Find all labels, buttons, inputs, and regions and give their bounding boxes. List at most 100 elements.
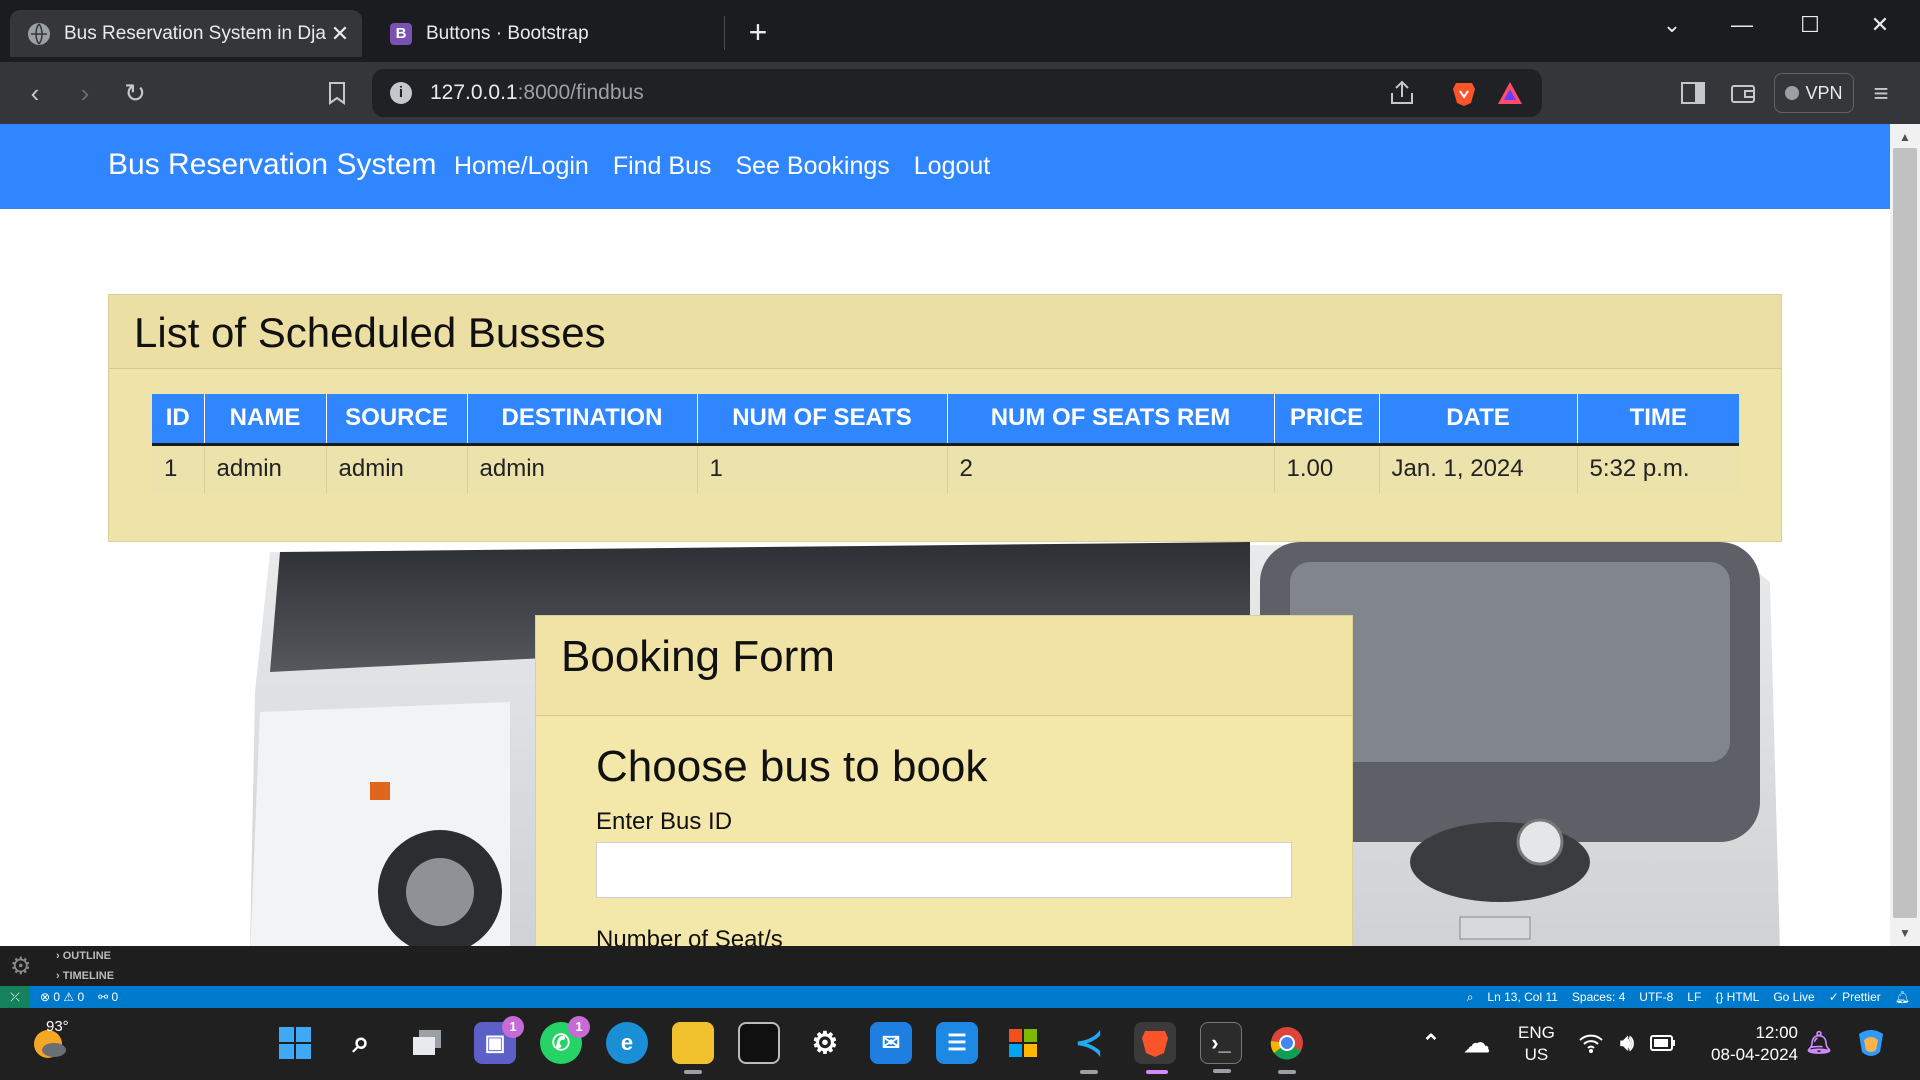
system-clock[interactable]: 12:00 08-04-2024 (1700, 1022, 1798, 1066)
notifications-bell-icon[interactable]: 🔔︎ (1895, 990, 1910, 1004)
vpn-status-icon (1785, 86, 1800, 100)
onedrive-cloud-icon[interactable]: ☁ (1456, 1022, 1498, 1064)
site-brand[interactable]: Bus Reservation System (108, 148, 436, 182)
nav-see-bookings[interactable]: See Bookings (735, 152, 889, 181)
tab-search-chevron-icon[interactable]: ⌄ (1652, 12, 1692, 38)
chevron-up-icon[interactable]: ⌃ (1410, 1022, 1452, 1064)
browser-toolbar: ‹ › ↻ i 127.0.0.1:8000/findbus VPN ≡ (0, 62, 1920, 124)
page-viewport: Bus Reservation System Home/Login Find B… (0, 124, 1890, 946)
chrome-icon[interactable] (1266, 1022, 1308, 1074)
wallet-icon[interactable] (1724, 74, 1762, 112)
indent-setting[interactable]: Spaces: 4 (1572, 990, 1625, 1004)
booking-form-body: Choose bus to book Enter Bus ID Number o… (536, 716, 1352, 946)
minimize-button[interactable]: — (1722, 12, 1762, 38)
col-num-seats: NUM OF SEATS (697, 394, 948, 446)
col-num-seats-rem: NUM OF SEATS REM (947, 394, 1275, 446)
scheduled-busses-card: List of Scheduled Busses ID NAME SOURCE … (108, 294, 1782, 542)
windows-taskbar: 93° ⌕ ▣ 1 ✆ 1 e ⚙ ✉ ☰ ≺ ›_ ⌃ ☁ ENG US 🔊︎ 12… (0, 1008, 1920, 1080)
vpn-button[interactable]: VPN (1774, 73, 1854, 113)
reload-icon[interactable]: ↻ (116, 74, 154, 112)
bus-id-label: Enter Bus ID (596, 808, 733, 835)
sidebar-icon[interactable] (1674, 74, 1712, 112)
nav-links: Home/Login Find Bus See Bookings Logout (454, 152, 990, 181)
menu-hamburger-icon[interactable]: ≡ (1862, 74, 1900, 112)
col-source: SOURCE (326, 394, 468, 446)
outline-section[interactable]: › OUTLINE (56, 950, 111, 962)
powershell-icon[interactable]: ›_ (1200, 1022, 1242, 1073)
back-arrow-icon[interactable]: ‹ (16, 74, 54, 112)
gear-icon[interactable]: ⚙ (10, 952, 32, 981)
bookmark-icon[interactable] (318, 74, 356, 112)
zoom-icon[interactable]: ⌕ (1467, 990, 1474, 1005)
timeline-section[interactable]: › TIMELINE (56, 970, 114, 982)
language-mode[interactable]: {} HTML (1715, 990, 1759, 1004)
go-live-button[interactable]: Go Live (1773, 990, 1814, 1004)
cell-source: admin (326, 444, 468, 493)
col-id: ID (152, 394, 205, 446)
tab-divider (724, 16, 725, 50)
notification-bell-icon[interactable]: 🔔︎ (1798, 1022, 1840, 1064)
bootstrap-icon: B (390, 22, 412, 45)
bus-id-input[interactable] (596, 842, 1292, 898)
language-indicator[interactable]: ENG US (1518, 1022, 1555, 1066)
booking-form-title: Booking Form (536, 616, 1352, 716)
tab-bootstrap-buttons[interactable]: B Buttons · Bootstrap (372, 10, 716, 57)
terminal-icon[interactable] (738, 1022, 780, 1064)
scroll-down-arrow-icon[interactable]: ▼ (1890, 922, 1920, 944)
task-view-icon[interactable] (406, 1022, 448, 1064)
nav-home-login[interactable]: Home/Login (454, 152, 589, 181)
file-explorer-icon[interactable] (672, 1022, 714, 1074)
close-window-button[interactable]: ✕ (1860, 12, 1900, 38)
cell-destination: admin (467, 444, 698, 493)
url-text[interactable]: 127.0.0.1:8000/findbus (430, 81, 1542, 105)
problems-count[interactable]: ⊗ 0 ⚠ 0 (40, 990, 84, 1004)
nav-logout[interactable]: Logout (914, 152, 990, 181)
whatsapp-badge: 1 (568, 1016, 590, 1038)
copilot-icon[interactable] (1850, 1022, 1892, 1064)
tab-bus-reservation[interactable]: Bus Reservation System in Djang ✕ (10, 10, 362, 57)
battery-icon[interactable] (1642, 1022, 1684, 1064)
search-icon[interactable]: ⌕ (340, 1022, 382, 1064)
cell-id: 1 (152, 444, 205, 493)
ports-count[interactable]: ⚯ 0 (98, 990, 118, 1004)
vscode-panel: ⚙ › OUTLINE › TIMELINE (0, 946, 1920, 986)
col-destination: DESTINATION (467, 394, 698, 446)
new-tab-button[interactable]: + (740, 14, 776, 50)
cell-name: admin (204, 444, 327, 493)
vscode-icon[interactable]: ≺ (1068, 1022, 1110, 1074)
line-ending[interactable]: LF (1687, 990, 1701, 1004)
scroll-up-arrow-icon[interactable]: ▲ (1890, 126, 1920, 148)
cell-date: Jan. 1, 2024 (1379, 444, 1578, 493)
windows-start-icon[interactable] (274, 1022, 316, 1064)
browser-tab-bar: Bus Reservation System in Djang ✕ B Butt… (0, 0, 1920, 62)
cell-num-seats: 1 (697, 444, 948, 493)
table-row: 1 admin admin admin 1 2 1.00 Jan. 1, 202… (152, 444, 1739, 493)
brave-shields-icon[interactable] (1450, 79, 1478, 107)
maximize-button[interactable]: ☐ (1790, 12, 1830, 38)
close-tab-icon[interactable]: ✕ (326, 21, 354, 47)
notepad-icon[interactable]: ☰ (936, 1022, 978, 1064)
booking-form-card: Booking Form Choose bus to book Enter Bu… (535, 615, 1353, 946)
brave-rewards-icon[interactable] (1496, 79, 1524, 107)
scrollbar-thumb[interactable] (1893, 148, 1917, 918)
mail-icon[interactable]: ✉ (870, 1022, 912, 1064)
forward-arrow-icon[interactable]: › (66, 74, 104, 112)
prettier-status[interactable]: ✓ Prettier (1829, 990, 1881, 1004)
teams-chat-icon[interactable]: ▣ 1 (474, 1016, 524, 1064)
nav-find-bus[interactable]: Find Bus (613, 152, 712, 181)
encoding[interactable]: UTF-8 (1639, 990, 1673, 1004)
remote-icon[interactable]: ⤫ (0, 986, 30, 1008)
edge-icon[interactable]: e (606, 1022, 648, 1064)
col-time: TIME (1577, 394, 1739, 446)
brave-browser-icon[interactable] (1134, 1022, 1176, 1074)
weather-temperature: 93° (46, 1018, 69, 1035)
site-info-icon[interactable]: i (390, 82, 412, 104)
site-navbar: Bus Reservation System Home/Login Find B… (0, 124, 1890, 209)
share-icon[interactable] (1388, 79, 1416, 107)
address-bar[interactable]: i 127.0.0.1:8000/findbus (372, 69, 1542, 117)
microsoft-store-icon[interactable] (1002, 1022, 1044, 1064)
cursor-position[interactable]: Ln 13, Col 11 (1487, 990, 1558, 1004)
whatsapp-icon[interactable]: ✆ 1 (540, 1016, 590, 1064)
settings-gear-icon[interactable]: ⚙ (804, 1022, 846, 1064)
cell-price: 1.00 (1274, 444, 1380, 493)
